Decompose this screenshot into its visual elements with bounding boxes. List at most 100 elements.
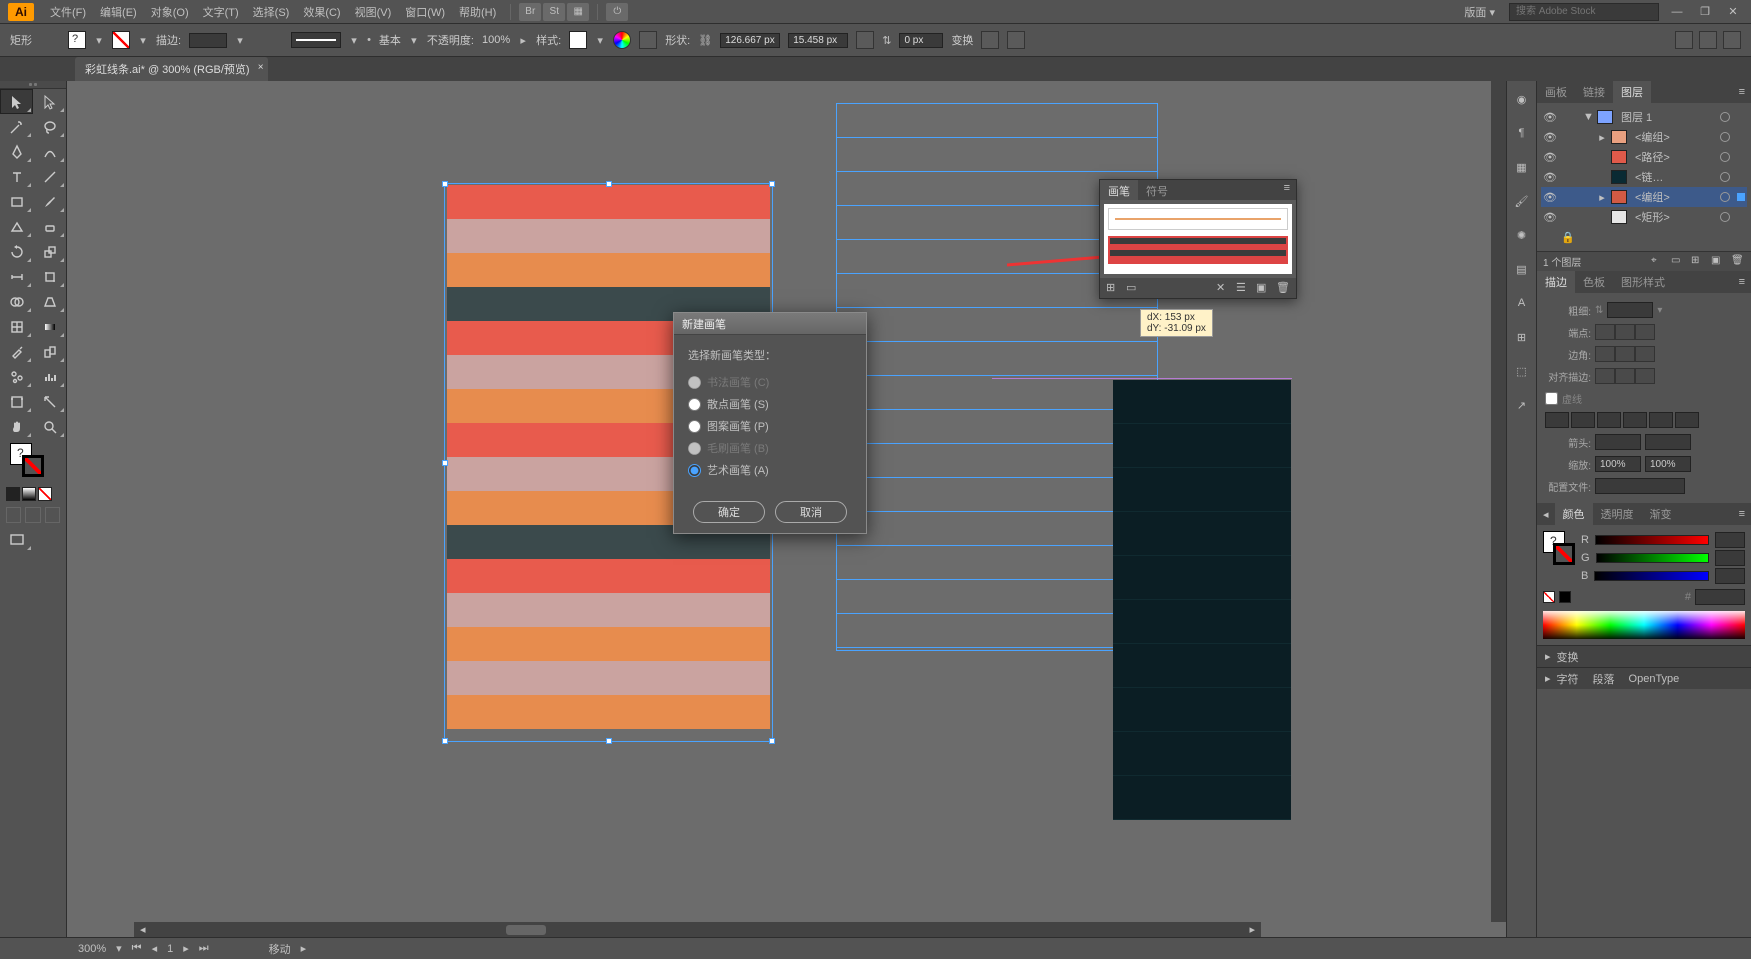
artboard-tool[interactable] bbox=[0, 389, 33, 414]
opacity-dropdown[interactable]: ▸ bbox=[518, 34, 528, 47]
tab-color[interactable]: 颜色 bbox=[1555, 503, 1593, 525]
toolbox-grip[interactable] bbox=[0, 81, 66, 89]
b-field[interactable] bbox=[1715, 568, 1745, 584]
perspective-tool[interactable] bbox=[33, 289, 66, 314]
pathfinder-icon[interactable]: ⬚ bbox=[1512, 361, 1532, 381]
panel-menu-icon[interactable]: ≡ bbox=[1733, 84, 1751, 100]
gradient-tool[interactable] bbox=[33, 314, 66, 339]
line-tool[interactable] bbox=[33, 164, 66, 189]
artboard-last-icon[interactable]: ⏭ bbox=[199, 942, 209, 955]
brush-libraries-icon[interactable]: ⊞ bbox=[1106, 281, 1120, 295]
tab-brushes[interactable]: 画笔 bbox=[1100, 180, 1138, 200]
delete-brush-icon[interactable]: 🗑 bbox=[1276, 281, 1290, 295]
dialog-title[interactable]: 新建画笔 bbox=[674, 313, 866, 335]
recolor-icon[interactable] bbox=[613, 31, 631, 49]
draw-normal-icon[interactable] bbox=[6, 507, 21, 523]
black-swatch[interactable] bbox=[1559, 591, 1571, 603]
hand-tool[interactable] bbox=[0, 414, 33, 439]
swatches-icon[interactable]: ▤ bbox=[1512, 259, 1532, 279]
window-restore-icon[interactable]: ❐ bbox=[1695, 4, 1715, 20]
accordion-transform[interactable]: ▸变换 bbox=[1537, 645, 1751, 667]
menu-select[interactable]: 选择(S) bbox=[247, 1, 296, 23]
curvature-tool[interactable] bbox=[33, 139, 66, 164]
layer-row[interactable]: 👁<路径> bbox=[1541, 147, 1747, 167]
new-layer-icon[interactable]: ▣ bbox=[1711, 255, 1725, 269]
visibility-icon[interactable]: 👁 bbox=[1543, 131, 1557, 144]
new-brush-icon[interactable]: ▣ bbox=[1256, 281, 1270, 295]
menu-window[interactable]: 窗口(W) bbox=[399, 1, 451, 23]
tab-symbols[interactable]: 符号 bbox=[1138, 180, 1176, 200]
screen-mode-icon[interactable] bbox=[0, 527, 33, 552]
artboard-next-icon[interactable]: ▸ bbox=[183, 942, 189, 955]
dash-field[interactable] bbox=[1545, 412, 1569, 428]
cancel-button[interactable]: 取消 bbox=[775, 501, 847, 523]
menu-file[interactable]: 文件(F) bbox=[44, 1, 92, 23]
stroke-dropdown[interactable]: ▾ bbox=[138, 34, 148, 47]
shape-height-input[interactable] bbox=[788, 33, 848, 48]
panel-stroke-icon[interactable] bbox=[1553, 543, 1575, 565]
cap-round-icon[interactable] bbox=[1615, 324, 1635, 340]
join-bevel-icon[interactable] bbox=[1635, 346, 1655, 362]
blend-tool[interactable] bbox=[33, 339, 66, 364]
export-icon[interactable]: ↗ bbox=[1512, 395, 1532, 415]
artboard-number[interactable]: 1 bbox=[167, 943, 173, 955]
arrow-end[interactable] bbox=[1645, 434, 1691, 450]
join-miter-icon[interactable] bbox=[1595, 346, 1615, 362]
stroke-swatch[interactable] bbox=[112, 31, 130, 49]
gpu-toggle-icon[interactable]: ⏻ bbox=[606, 3, 628, 21]
none-swatch[interactable] bbox=[1543, 591, 1555, 603]
align-inside-icon[interactable] bbox=[1615, 368, 1635, 384]
draw-behind-icon[interactable] bbox=[25, 507, 40, 523]
layer-row[interactable]: 👁<矩形> bbox=[1541, 207, 1747, 227]
tab-transparency[interactable]: 透明度 bbox=[1593, 503, 1642, 525]
stock-search-input[interactable] bbox=[1509, 3, 1659, 21]
stepper-icon[interactable]: ⇅ bbox=[1595, 305, 1603, 316]
artboard-back-icon[interactable]: ◂ bbox=[152, 942, 158, 955]
color-mode-solid-icon[interactable] bbox=[6, 487, 20, 501]
workspace-switcher[interactable]: 版面 ▾ bbox=[1458, 1, 1501, 23]
tab-stroke[interactable]: 描边 bbox=[1537, 271, 1575, 293]
envelope-icon[interactable] bbox=[1007, 31, 1025, 49]
transform-label[interactable]: 变换 bbox=[951, 32, 973, 48]
fill-swatch[interactable]: ? bbox=[68, 31, 86, 49]
mesh-tool[interactable] bbox=[0, 314, 33, 339]
r-slider[interactable] bbox=[1595, 535, 1709, 545]
color-mode-none-icon[interactable] bbox=[38, 487, 52, 501]
join-round-icon[interactable] bbox=[1615, 346, 1635, 362]
arrow-scale-start[interactable] bbox=[1595, 456, 1641, 472]
target-icon[interactable] bbox=[1720, 152, 1730, 162]
link-wh-icon[interactable]: ⛓ bbox=[698, 34, 712, 47]
g-slider[interactable] bbox=[1596, 553, 1709, 563]
brush-options-icon[interactable]: ☰ bbox=[1236, 281, 1250, 295]
width-tool[interactable] bbox=[0, 264, 33, 289]
zoom-tool[interactable] bbox=[33, 414, 66, 439]
visibility-icon[interactable]: 👁 bbox=[1543, 211, 1557, 224]
shaper-tool[interactable] bbox=[0, 214, 33, 239]
stroke-weight-input[interactable] bbox=[189, 33, 227, 48]
panel-menu-icon[interactable]: ≡ bbox=[1733, 506, 1751, 522]
target-icon[interactable] bbox=[1720, 192, 1730, 202]
direct-selection-tool[interactable] bbox=[33, 89, 66, 114]
locate-object-icon[interactable]: ⌖ bbox=[1651, 255, 1665, 269]
align-outside-icon[interactable] bbox=[1635, 368, 1655, 384]
brush-item[interactable] bbox=[1108, 208, 1288, 230]
status-menu[interactable]: ▸ bbox=[301, 942, 307, 955]
cap-projecting-icon[interactable] bbox=[1635, 324, 1655, 340]
b-slider[interactable] bbox=[1594, 571, 1709, 581]
stock-button[interactable]: St bbox=[543, 3, 565, 21]
scale-tool[interactable] bbox=[33, 239, 66, 264]
column-graph-tool[interactable] bbox=[33, 364, 66, 389]
visibility-icon[interactable]: 👁 bbox=[1543, 171, 1557, 184]
lasso-tool[interactable] bbox=[33, 114, 66, 139]
visibility-icon[interactable]: 👁 bbox=[1543, 151, 1557, 164]
libraries-icon[interactable]: ▦ bbox=[1512, 157, 1532, 177]
gap-field[interactable] bbox=[1623, 412, 1647, 428]
align-icon[interactable]: ⊞ bbox=[1512, 327, 1532, 347]
eraser-tool[interactable] bbox=[33, 214, 66, 239]
selection-tool[interactable] bbox=[0, 89, 33, 114]
horizontal-scrollbar[interactable]: ◂▸ bbox=[134, 922, 1261, 937]
doc-setup-icon[interactable] bbox=[1699, 31, 1717, 49]
accordion-character[interactable]: ▸字符段落OpenType bbox=[1537, 667, 1751, 689]
panel-menu-icon[interactable]: ≡ bbox=[1733, 274, 1751, 290]
corner-stepper-icon[interactable]: ⇅ bbox=[882, 34, 891, 47]
